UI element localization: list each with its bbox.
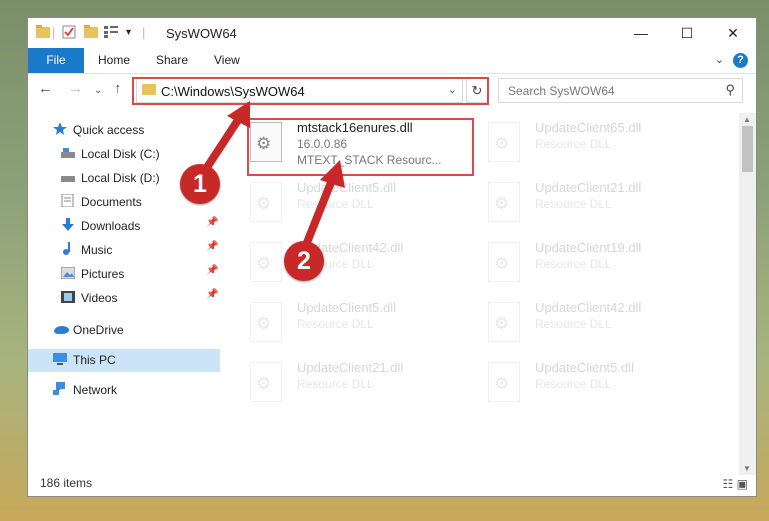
callout-1: 1 [180,164,220,204]
annotation-arrows [200,101,345,254]
callout-2: 2 [284,241,324,281]
